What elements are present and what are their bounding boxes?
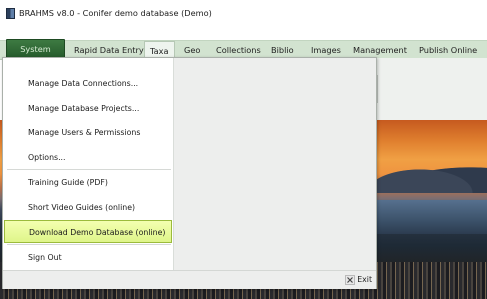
menu-item-manage-data-connections[interactable]: Manage Data Connections... — [4, 72, 172, 95]
menu-item-options[interactable]: Options... — [4, 146, 172, 169]
menu-separator — [7, 244, 171, 245]
tab-system[interactable]: System — [6, 39, 65, 59]
menu-item-training-guide[interactable]: Training Guide (PDF) — [4, 171, 172, 194]
window-title: BRAHMS v8.0 - Conifer demo database (Dem… — [19, 8, 212, 18]
tab-publish-online[interactable]: Publish Online — [419, 41, 477, 59]
menu-item-short-video-guides[interactable]: Short Video Guides (online) — [4, 196, 172, 219]
ribbon-separator — [377, 75, 378, 103]
menu-item-sign-out[interactable]: Sign Out — [4, 246, 172, 269]
ribbon-panel — [375, 58, 487, 121]
title-bar: BRAHMS v8.0 - Conifer demo database (Dem… — [0, 0, 487, 26]
system-menu: Manage Data Connections... Manage Databa… — [2, 57, 377, 289]
exit-label: Exit — [357, 275, 372, 284]
system-menu-recent-panel — [174, 58, 376, 270]
app-icon — [6, 7, 15, 19]
system-menu-footer: Exit — [3, 270, 376, 289]
photo-water — [375, 200, 487, 234]
system-menu-list: Manage Data Connections... Manage Databa… — [3, 58, 174, 270]
photo-mountains — [375, 163, 487, 193]
menu-item-download-demo-database[interactable]: Download Demo Database (online) — [4, 220, 172, 243]
menu-item-manage-users-permissions[interactable]: Manage Users & Permissions — [4, 121, 172, 144]
exit-button[interactable]: Exit — [345, 272, 372, 288]
close-x-icon — [345, 275, 356, 285]
menu-item-manage-database-projects[interactable]: Manage Database Projects... — [4, 97, 172, 120]
menu-separator — [7, 169, 171, 170]
